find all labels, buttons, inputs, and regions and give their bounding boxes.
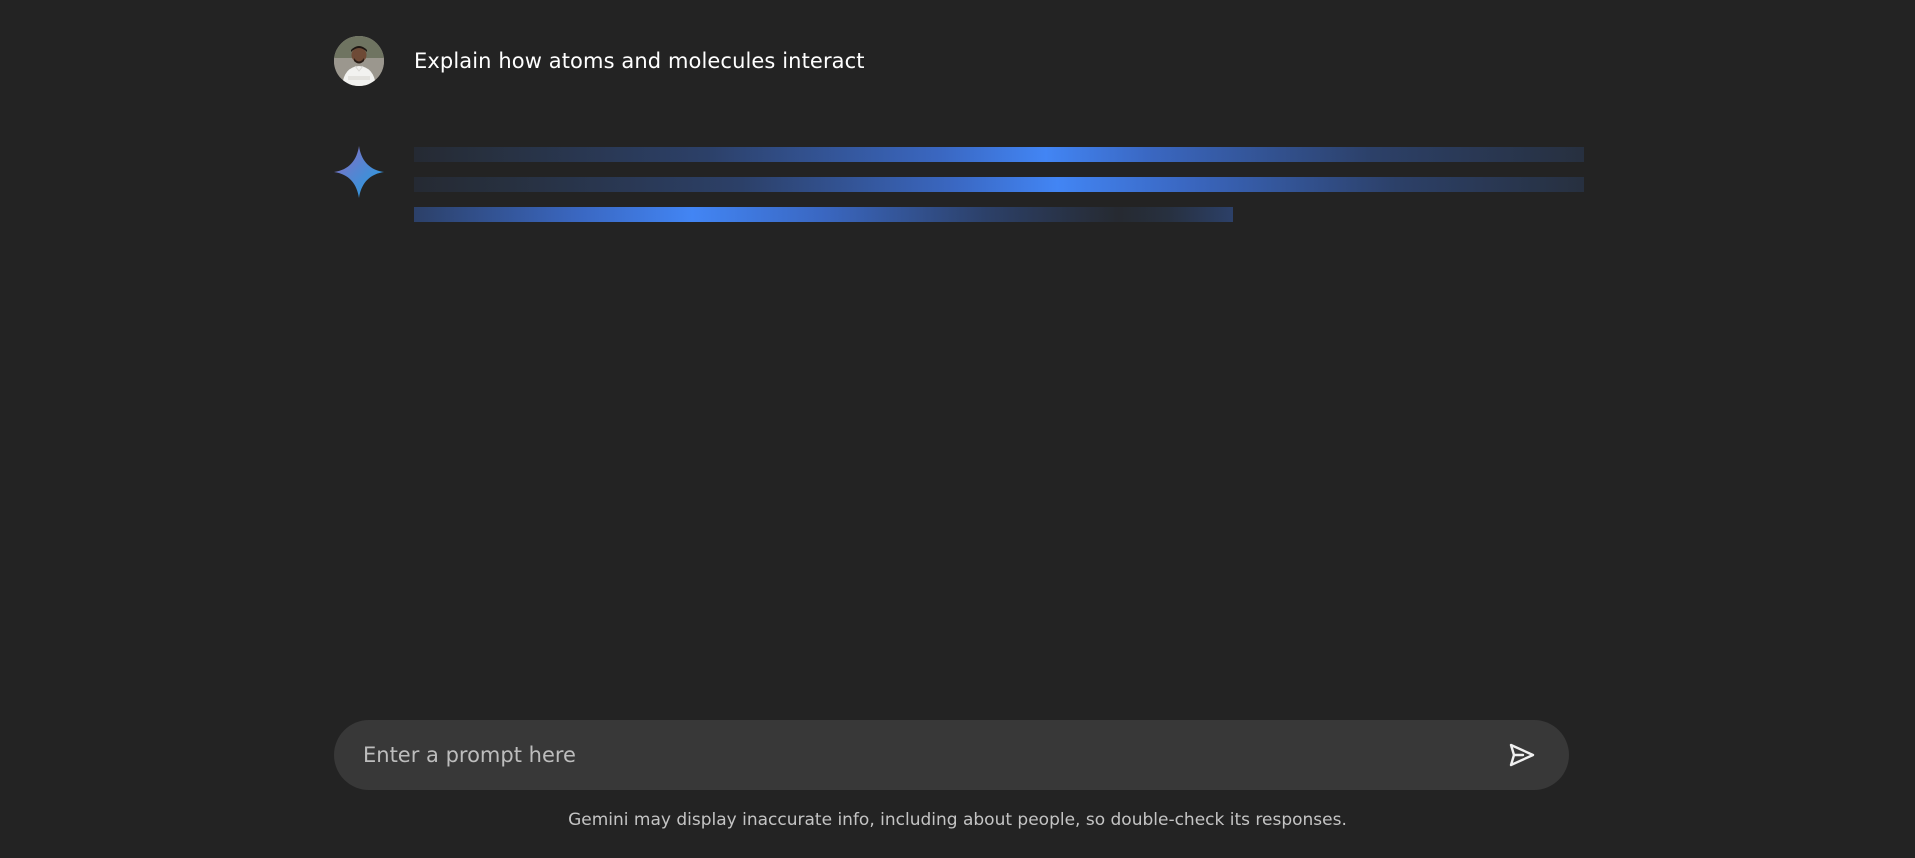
chat-page: Explain how atoms and molecules interact… bbox=[0, 0, 1915, 858]
send-icon[interactable] bbox=[1509, 743, 1535, 767]
prompt-input[interactable] bbox=[363, 720, 1473, 790]
user-message-text: Explain how atoms and molecules interact bbox=[414, 49, 865, 73]
user-avatar[interactable] bbox=[334, 36, 384, 86]
response-loading-line bbox=[414, 207, 1233, 222]
response-loading-line bbox=[414, 177, 1584, 192]
user-message-row: Explain how atoms and molecules interact bbox=[334, 36, 865, 86]
gemini-sparkle-icon bbox=[334, 146, 384, 198]
prompt-input-bar bbox=[334, 720, 1569, 790]
user-avatar-photo bbox=[334, 36, 384, 86]
response-loading-line bbox=[414, 147, 1584, 162]
disclaimer-text: Gemini may display inaccurate info, incl… bbox=[568, 810, 1347, 830]
